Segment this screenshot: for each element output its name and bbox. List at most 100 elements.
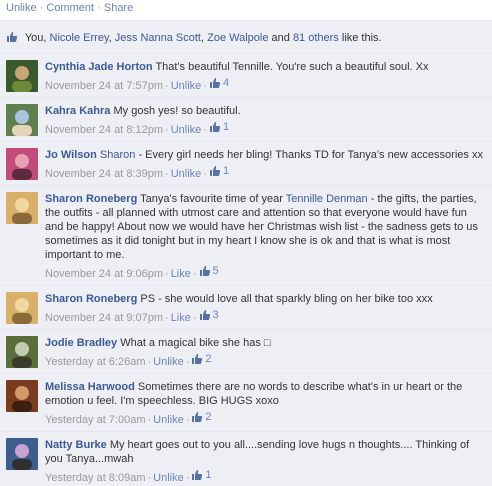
comment-body: Sharon Roneberg Tanya's favourite time o… [45, 192, 486, 281]
comment-timestamp[interactable]: Yesterday at 7:00am [45, 414, 146, 426]
comment-like-toggle[interactable]: Like [171, 268, 191, 280]
comment-like-count[interactable]: 4 [209, 76, 229, 90]
likes-suffix: like this. [341, 32, 382, 44]
comment-author[interactable]: Jo Wilson [45, 149, 97, 161]
avatar[interactable] [6, 60, 38, 92]
comment-meta: Yesterday at 8:09am · Unlike · 1 [45, 468, 486, 485]
comment-text: My gosh yes! so beautiful. [113, 105, 241, 117]
thumbs-up-icon [209, 122, 221, 132]
comment-body: Cynthia Jade Horton That's beautiful Ten… [45, 60, 486, 93]
like-count-value: 3 [212, 309, 219, 321]
separator: · [192, 312, 197, 324]
separator: · [147, 472, 152, 484]
separator: · [185, 472, 190, 484]
comment-text: That's beautiful Tennille. You're such a… [155, 61, 429, 73]
separator: · [203, 80, 207, 92]
separator: · [165, 168, 169, 180]
likes-and: and [271, 32, 293, 44]
comment-link[interactable]: Comment [46, 2, 94, 14]
comment-meta: Yesterday at 6:26am · Unlike · 2 [45, 352, 486, 369]
like-count-value: 1 [205, 469, 212, 481]
separator: · [165, 124, 169, 136]
like-count-value: 1 [222, 165, 230, 177]
avatar[interactable] [6, 438, 38, 470]
avatar[interactable] [6, 148, 38, 180]
comment-like-count[interactable]: 1 [209, 120, 229, 134]
tagged-user-link[interactable]: Tennille Denman [286, 193, 368, 205]
avatar[interactable] [6, 192, 38, 224]
comment-item: Sharon Roneberg PS - she would love all … [0, 286, 492, 330]
liker-link[interactable]: Zoe Walpole [207, 32, 268, 44]
avatar[interactable] [6, 292, 38, 324]
comment-like-count[interactable]: 3 [199, 308, 219, 322]
comments-list: Cynthia Jade Horton That's beautiful Ten… [0, 54, 492, 486]
like-count-value: 1 [222, 121, 230, 133]
thumbs-up-icon [199, 310, 210, 320]
others-link[interactable]: 81 others [293, 32, 339, 44]
separator: · [203, 124, 207, 136]
avatar[interactable] [6, 104, 38, 136]
liker-link[interactable]: Jess Nanna Scott [115, 32, 201, 44]
comment-body: Jo Wilson Sharon - Every girl needs her … [45, 148, 486, 181]
comment-meta: November 24 at 9:07pm · Like · 3 [45, 308, 486, 325]
comment-like-count[interactable]: 2 [191, 410, 212, 424]
comment-author[interactable]: Melissa Harwood [45, 381, 135, 393]
thumbs-up-icon [192, 412, 203, 422]
comment-body: Jodie Bradley What a magical bike she ha… [45, 336, 486, 369]
comment-text: Tanya's favourite time of year [140, 193, 286, 205]
liker-link[interactable]: Nicole Errey [50, 32, 109, 44]
comment-author[interactable]: Cynthia Jade Horton [45, 61, 153, 73]
comment-timestamp[interactable]: November 24 at 7:57pm [45, 80, 163, 92]
comment-meta: November 24 at 8:12pm · Unlike · 1 [45, 120, 486, 137]
comment-like-toggle[interactable]: Unlike [153, 472, 184, 484]
comment-like-toggle[interactable]: Unlike [171, 80, 202, 92]
comment-like-toggle[interactable]: Unlike [153, 414, 184, 426]
separator: · [147, 414, 152, 426]
separator: · [147, 356, 152, 368]
separator: · [192, 268, 197, 280]
comment-timestamp[interactable]: Yesterday at 6:26am [45, 356, 146, 368]
thumbs-up-icon [209, 78, 221, 88]
thumbs-up-icon [192, 470, 203, 480]
post-actions: Unlike · Comment · Share [0, 0, 492, 20]
separator: · [185, 414, 190, 426]
comment-author[interactable]: Sharon Roneberg [45, 293, 137, 305]
comment-item: Jo Wilson Sharon - Every girl needs her … [0, 142, 492, 186]
comment-item: Kahra Kahra My gosh yes! so beautiful. No… [0, 98, 492, 142]
likes-you: You, [24, 32, 50, 44]
comment-like-count[interactable]: 1 [191, 468, 212, 482]
comment-timestamp[interactable]: November 24 at 9:07pm [45, 312, 163, 324]
comment-like-toggle[interactable]: Unlike [171, 168, 202, 180]
avatar[interactable] [6, 380, 38, 412]
comment-thread: Unlike · Comment · Share You, Nicole Err… [0, 0, 492, 486]
tagged-user-link[interactable]: Sharon [100, 149, 135, 161]
comment-item: Sharon Roneberg Tanya's favourite time o… [0, 186, 492, 286]
share-link[interactable]: Share [104, 2, 133, 14]
comment-like-count[interactable]: 2 [191, 352, 212, 366]
comment-like-toggle[interactable]: Like [171, 312, 191, 324]
unlike-link[interactable]: Unlike [6, 2, 37, 14]
thumbs-up-icon [192, 354, 203, 364]
comment-like-toggle[interactable]: Unlike [153, 356, 184, 368]
comment-author[interactable]: Sharon Roneberg [45, 193, 137, 205]
comment-meta: November 24 at 7:57pm · Unlike · 4 [45, 76, 486, 93]
comment-item: Cynthia Jade Horton That's beautiful Ten… [0, 54, 492, 98]
comment-body: Natty Burke My heart goes out to you all… [45, 438, 486, 485]
comment-author[interactable]: Natty Burke [45, 439, 107, 451]
comment-author[interactable]: Kahra Kahra [45, 105, 110, 117]
comment-like-count[interactable]: 1 [209, 164, 229, 178]
comment-timestamp[interactable]: Yesterday at 8:09am [45, 472, 146, 484]
avatar[interactable] [6, 336, 38, 368]
separator: · [97, 2, 104, 14]
comment-timestamp[interactable]: November 24 at 9:06pm [45, 268, 163, 280]
thumbs-up-icon [6, 31, 18, 46]
like-count-value: 2 [205, 353, 212, 365]
comment-timestamp[interactable]: November 24 at 8:12pm [45, 124, 163, 136]
separator: · [165, 268, 169, 280]
comment-text: - Every girl needs her bling! Thanks TD … [135, 149, 483, 161]
comment-like-toggle[interactable]: Unlike [171, 124, 202, 136]
comment-timestamp[interactable]: November 24 at 8:39pm [45, 168, 163, 180]
comment-text: What a magical bike she has □ [120, 337, 271, 349]
comment-author[interactable]: Jodie Bradley [45, 337, 117, 349]
comment-like-count[interactable]: 5 [199, 264, 219, 278]
